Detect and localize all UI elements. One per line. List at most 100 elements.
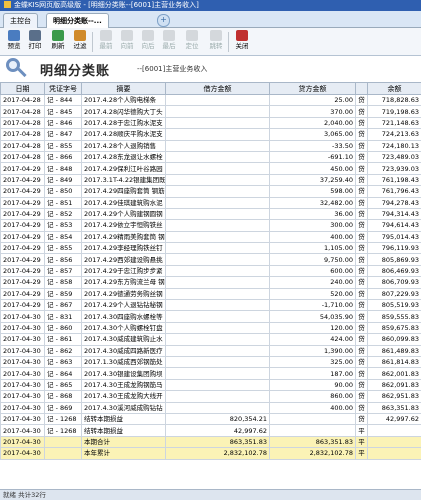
table-row[interactable]: 2017-04-29记 - 8522017.4.29个人购建钢圆钢36.00贷7… <box>1 208 421 219</box>
table-cell: 记 - 851 <box>45 197 82 208</box>
table-cell: 贷 <box>356 197 368 208</box>
toolbar-button-10[interactable]: 关闭 <box>232 29 252 54</box>
column-header[interactable]: 摘要 <box>82 83 166 95</box>
table-cell: 1,390.00 <box>270 345 356 356</box>
column-header[interactable]: 贷方金额 <box>270 83 356 95</box>
table-row[interactable]: 2017-04-29记 - 8592017.4.29徳通劳务购丝钢520.00贷… <box>1 288 421 299</box>
table-row[interactable]: 2017-04-30本年累计2,832,102.782,832,102.78平 <box>1 448 421 459</box>
table-row[interactable]: 2017-04-28记 - 8472017.4.28顺庆平购水泥支3,065.0… <box>1 129 421 140</box>
toolbar-button-label: 刷新 <box>48 42 68 50</box>
table-row[interactable]: 2017-04-30记 - 8612017.4.30威成建筑购止水424.00贷… <box>1 334 421 345</box>
table-row[interactable]: 2017-04-29记 - 8512017.4.29佳琪建筑购水泥32,482.… <box>1 197 421 208</box>
toolbar-button-6[interactable]: 向后 <box>138 29 158 54</box>
table-row[interactable]: 2017-04-29记 - 8532017.4.29依立宇恒购铁丝300.00贷… <box>1 220 421 231</box>
table-cell <box>45 436 82 447</box>
table-cell: 2017.4.30溪河威成购钻钻 <box>82 402 166 413</box>
column-header[interactable] <box>356 83 368 95</box>
table-row[interactable]: 2017-04-28记 - 8442017.4.28个人购电梯条25.00贷71… <box>1 95 421 106</box>
ledger-grid[interactable]: 日期凭证字号摘要借方金额贷方金额余额 2017-04-28记 - 8442017… <box>0 82 421 487</box>
table-cell: 2017-04-28 <box>1 129 45 140</box>
toolbar-button-9[interactable]: 跳转 <box>206 29 226 54</box>
tab-ledger[interactable]: 明细分类账--... <box>46 13 109 28</box>
toolbar-button-3[interactable]: 过滤 <box>70 29 90 54</box>
table-cell: 862,091.83 <box>368 379 421 390</box>
table-row[interactable]: 2017-04-30本期合计863,351.83863,351.83平 <box>1 436 421 447</box>
table-row[interactable]: 2017-04-29记 - 8482017.4.29保利江叶谷路园450.00贷… <box>1 163 421 174</box>
table-cell: 记 - 852 <box>45 208 82 219</box>
table-cell: 400.00 <box>270 402 356 413</box>
table-row[interactable]: 2017-04-30记 - 8312017.4.30四座购水螺栓等54,035.… <box>1 311 421 322</box>
toolbar-button-1[interactable]: 打印 <box>25 29 45 54</box>
table-cell: 2017-04-29 <box>1 265 45 276</box>
table-cell: 2017.4.28个人购电梯条 <box>82 95 166 106</box>
toolbar-button-2[interactable]: 刷新 <box>48 29 68 54</box>
table-row[interactable]: 2017-04-30记 - 1268结转本期损益42,997.62平 <box>1 425 421 436</box>
table-row[interactable]: 2017-04-28记 - 8462017.4.28于忠江购水泥支2,040.0… <box>1 117 421 128</box>
table-cell: 记 - 863 <box>45 356 82 367</box>
toolbar-button-8[interactable]: 定位 <box>182 29 202 54</box>
table-cell: 记 - 848 <box>45 163 82 174</box>
toolbar-button-label: 过滤 <box>70 42 90 50</box>
table-cell: 记 - 1268 <box>45 425 82 436</box>
table-cell: 记 - 862 <box>45 345 82 356</box>
table-row[interactable]: 2017-04-28记 - 8662017.4.28东龙退让水螺栓-691.10… <box>1 151 421 162</box>
table-cell: 贷 <box>356 151 368 162</box>
table-row[interactable]: 2017-04-30记 - 8692017.4.30溪河威成购钻钻400.00贷… <box>1 402 421 413</box>
toolbar-button-5[interactable]: 向前 <box>117 29 137 54</box>
table-cell: 2017-04-29 <box>1 243 45 254</box>
table-row[interactable]: 2017-04-30记 - 8602017.4.30个人购螺栓钉盘120.00贷… <box>1 322 421 333</box>
table-cell: 2,040.00 <box>270 117 356 128</box>
toolbar-button-4[interactable]: 最前 <box>96 29 116 54</box>
table-cell: 2017-04-29 <box>1 186 45 197</box>
table-row[interactable]: 2017-04-30记 - 1268结转本期损益820,354.21贷42,99… <box>1 413 421 424</box>
column-header[interactable]: 借方金额 <box>166 83 270 95</box>
table-row[interactable]: 2017-04-29记 - 8542017.4.29精雨美购套筒 钢400.00… <box>1 231 421 242</box>
column-header[interactable]: 凭证字号 <box>45 83 82 95</box>
table-row[interactable]: 2017-04-29记 - 8502017.4.29四座购套筒 钢筋598.00… <box>1 186 421 197</box>
table-cell: 862,951.83 <box>368 391 421 402</box>
table-cell: 本年累计 <box>82 448 166 459</box>
table-row[interactable]: 2017-04-29记 - 8572017.4.29于忠江购步步紧600.00贷… <box>1 265 421 276</box>
toolbar-button-label: 打印 <box>25 42 45 50</box>
new-tab-icon[interactable]: + <box>157 14 170 27</box>
table-row[interactable]: 2017-04-28记 - 8452017.4.28闪华德购大丁头370.00贷… <box>1 106 421 117</box>
table-cell: 42,997.62 <box>166 425 270 436</box>
table-row[interactable]: 2017-04-29记 - 8562017.4.29西郊建设购悬挑9,750.0… <box>1 254 421 265</box>
table-cell: -691.10 <box>270 151 356 162</box>
table-cell: 记 - 1268 <box>45 413 82 424</box>
table-row[interactable]: 2017-04-30记 - 8682017.4.30王成龙购大线开860.00贷… <box>1 391 421 402</box>
table-row[interactable]: 2017-04-29记 - 8582017.4.29东方购流兰母 钢240.00… <box>1 277 421 288</box>
table-cell: 2017-04-29 <box>1 231 45 242</box>
table-row[interactable]: 2017-04-28记 - 8552017.4.28个人退购销售-33.50贷7… <box>1 140 421 151</box>
magnifier-handle <box>17 68 26 77</box>
table-cell: 2017-04-29 <box>1 197 45 208</box>
first-icon <box>100 30 112 41</box>
toolbar-button-0[interactable]: 预览 <box>4 29 24 54</box>
table-row[interactable]: 2017-04-30记 - 8642017.4.30银建设集团购坝187.00贷… <box>1 368 421 379</box>
table-cell: 2017.4.29徳通劳务购丝钢 <box>82 288 166 299</box>
app-logo-icon <box>4 1 11 8</box>
table-cell: 2017-04-29 <box>1 288 45 299</box>
table-row[interactable]: 2017-04-30记 - 8632017.1.30威成西郊钢筋处325.00贷… <box>1 356 421 367</box>
tab-main-console[interactable]: 主控台 <box>3 13 38 28</box>
table-row[interactable]: 2017-04-29记 - 8492017.3.1T-4.22银建集团既37,2… <box>1 174 421 185</box>
table-cell: 记 - 860 <box>45 322 82 333</box>
table-cell: 平 <box>356 436 368 447</box>
toolbar-button-7[interactable]: 最后 <box>159 29 179 54</box>
table-cell: 240.00 <box>270 277 356 288</box>
column-header[interactable]: 日期 <box>1 83 45 95</box>
table-cell: 450.00 <box>270 163 356 174</box>
next-icon <box>142 30 154 41</box>
column-header[interactable]: 余额 <box>368 83 421 95</box>
table-row[interactable]: 2017-04-29记 - 8672017.4.29个人退钻钻秘钢-1,710.… <box>1 300 421 311</box>
table-row[interactable]: 2017-04-30记 - 8622017.4.30威成四路新医疗1,390.0… <box>1 345 421 356</box>
table-cell: 2017-04-30 <box>1 402 45 413</box>
table-cell: 贷 <box>356 413 368 424</box>
table-cell: 2017-04-30 <box>1 425 45 436</box>
table-row[interactable]: 2017-04-30记 - 8652017.4.30王成龙购钢筋马90.00贷8… <box>1 379 421 390</box>
table-cell: 记 - 831 <box>45 311 82 322</box>
table-cell: 贷 <box>356 368 368 379</box>
table-row[interactable]: 2017-04-29记 - 8552017.4.29李经理购铁丝钉1,105.0… <box>1 243 421 254</box>
table-cell: 2017-04-29 <box>1 277 45 288</box>
table-cell <box>368 425 421 436</box>
